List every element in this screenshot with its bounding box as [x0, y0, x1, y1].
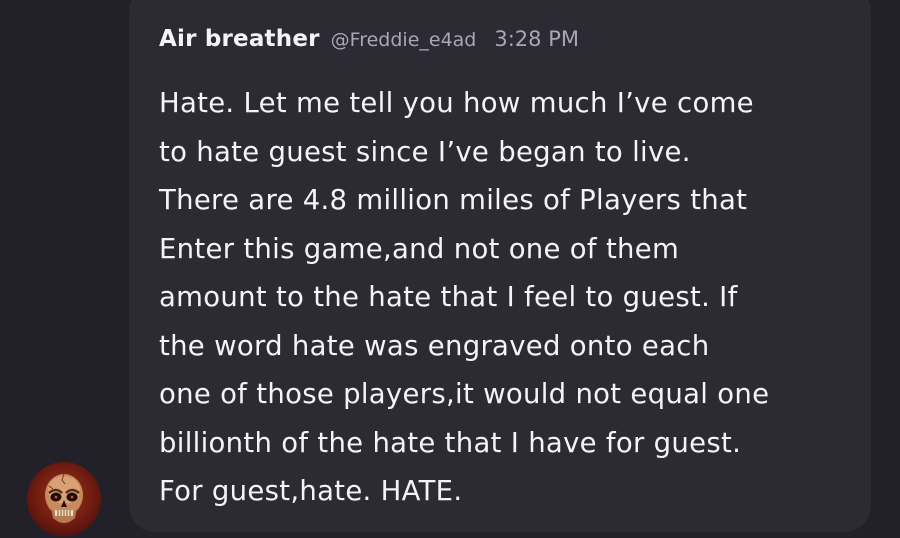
message-line: There are 4.8 million miles of Players t… [159, 184, 748, 216]
chat-screen: Air breather @Freddie_e4ad 3:28 PM Hate.… [0, 0, 900, 538]
message-line: Hate. Let me tell you how much I’ve come [159, 87, 754, 119]
message-header: Air breather @Freddie_e4ad 3:28 PM [159, 26, 579, 62]
message-line: the word hate was engraved onto each [159, 329, 710, 362]
author-handle[interactable]: @Freddie_e4ad [331, 29, 477, 51]
message-line: to hate guest since I’ve began to live. [159, 135, 691, 168]
message-line: amount to the hate that I feel to guest.… [159, 281, 738, 313]
avatar[interactable] [27, 462, 101, 536]
skull-avatar-icon [45, 473, 83, 523]
message-line: For guest,hate. HATE. [159, 475, 463, 507]
message-text: Hate. Let me tell you how much I’ve come… [159, 79, 869, 516]
message-line: billionth of the hate that I have for gu… [159, 426, 742, 459]
message-timestamp: 3:28 PM [494, 27, 579, 51]
message-line: one of those players,it would not equal … [159, 378, 770, 410]
message-line: Enter this game,and not one of them [159, 232, 680, 265]
author-display-name[interactable]: Air breather [159, 26, 320, 52]
